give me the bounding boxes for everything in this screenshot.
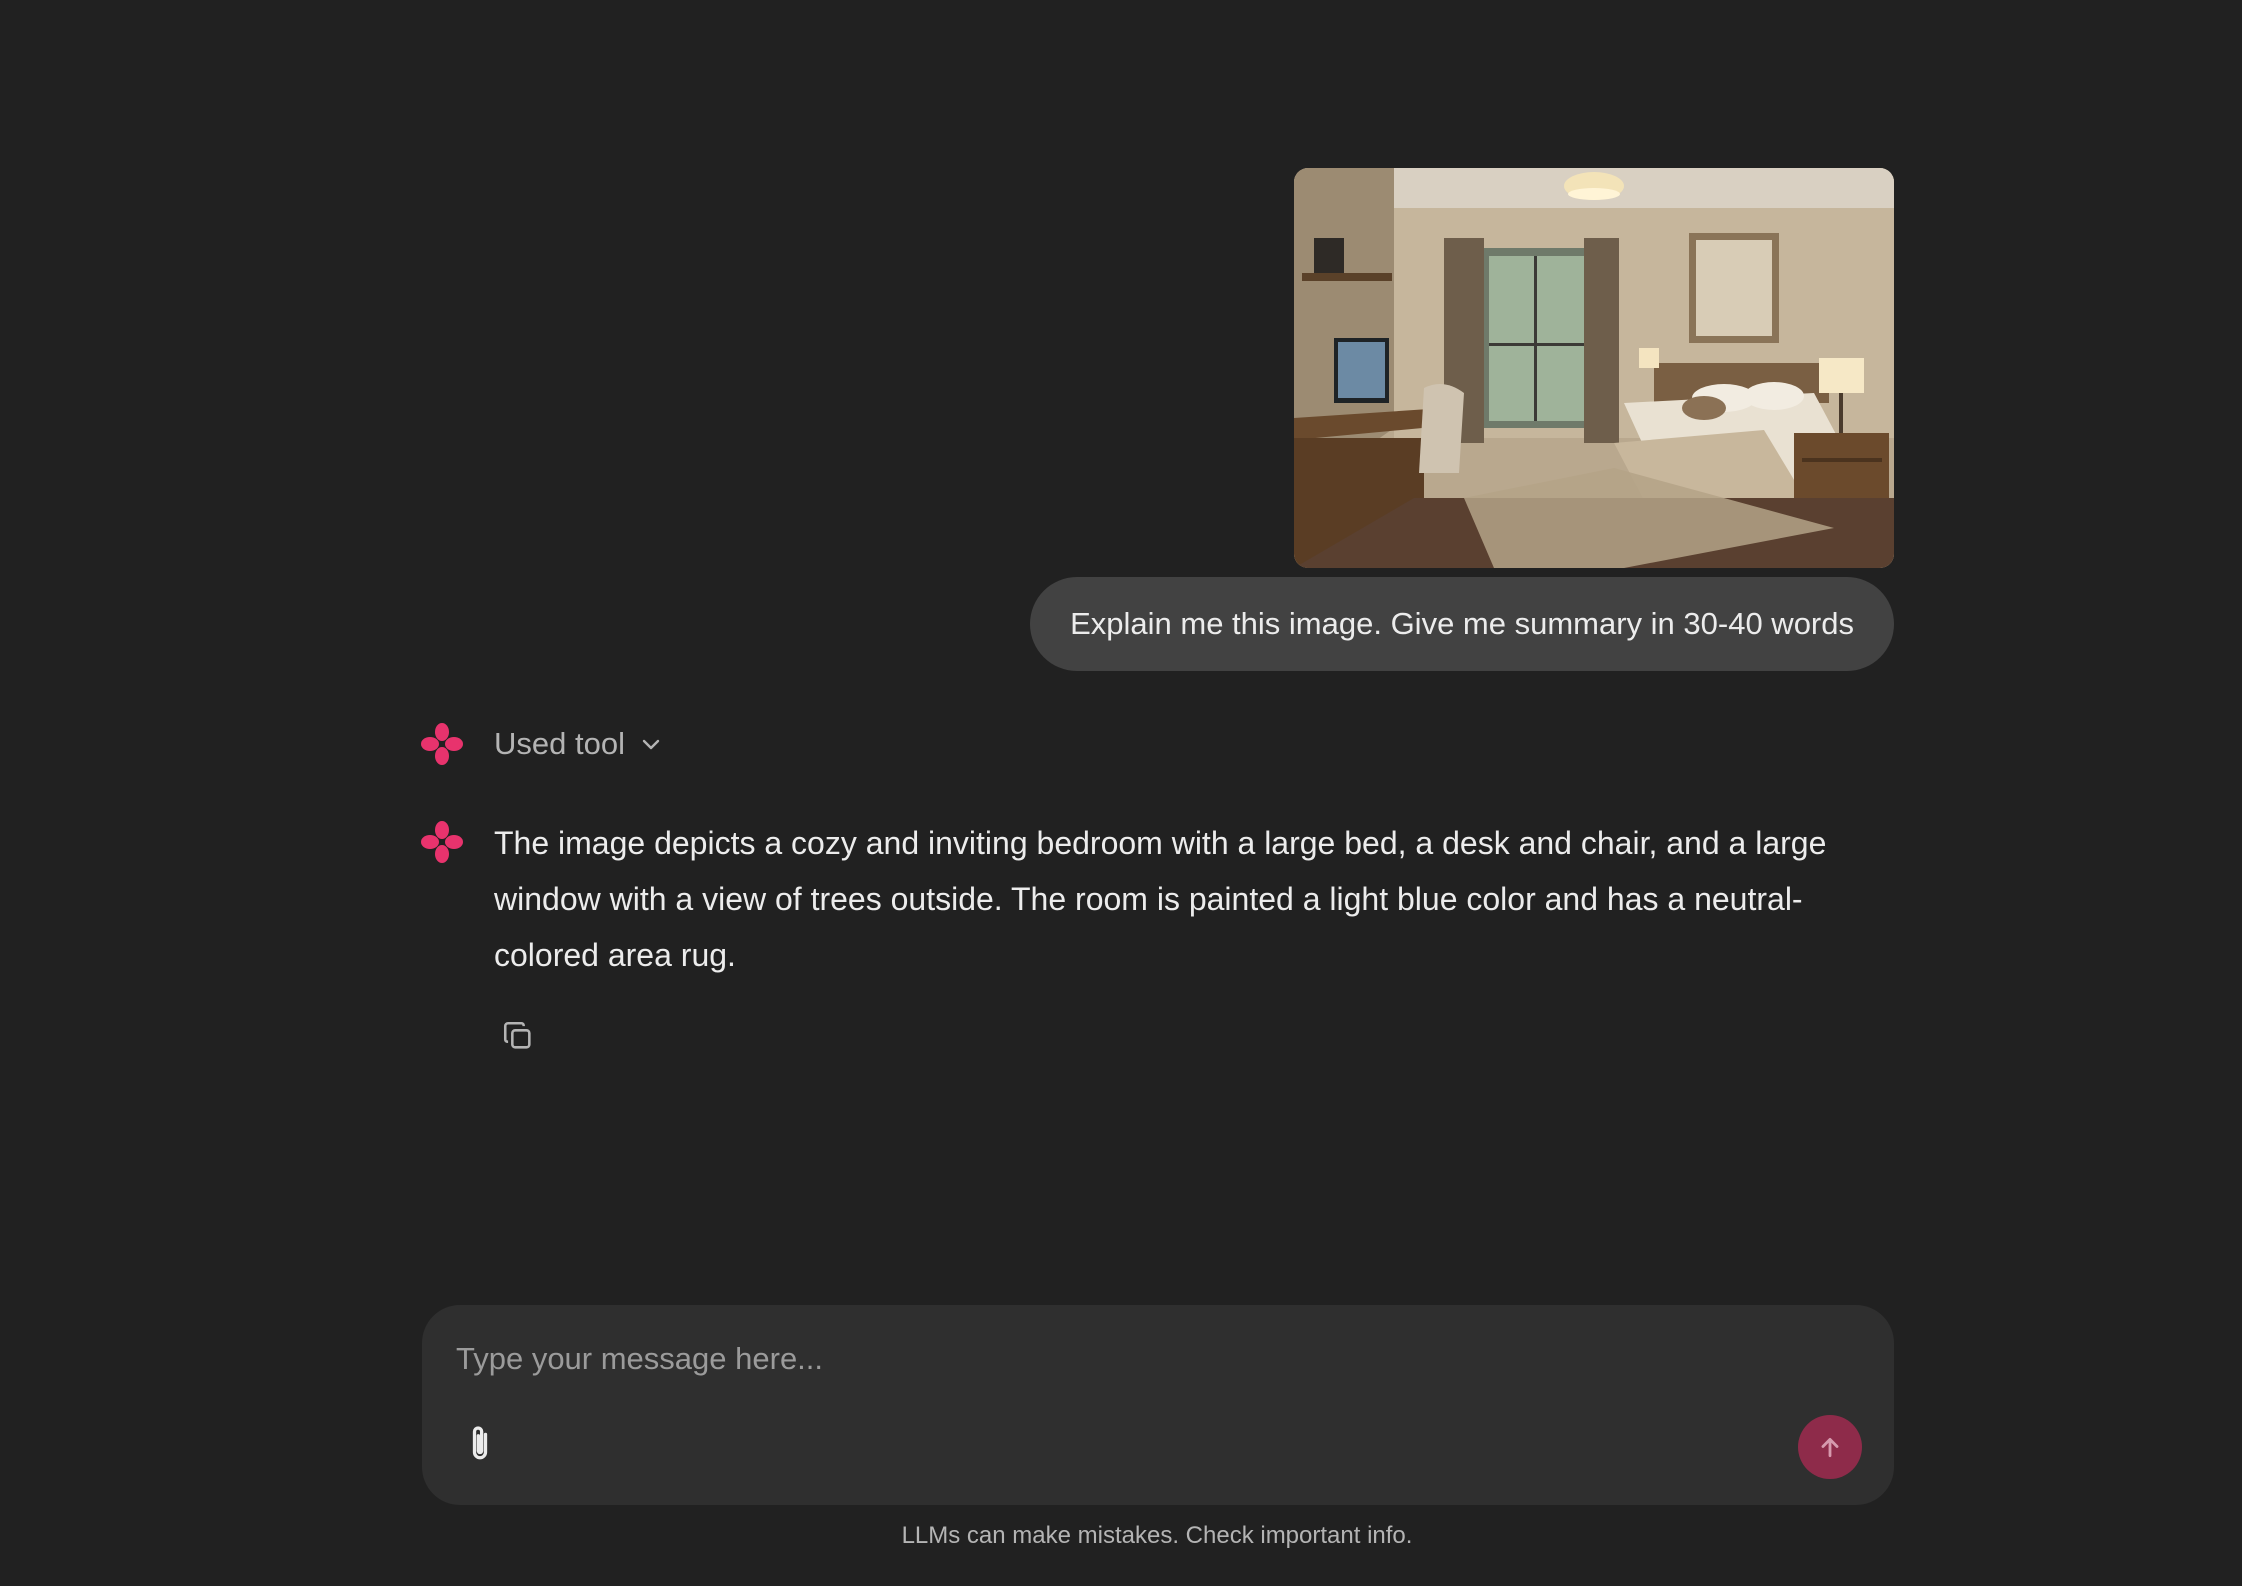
flower-logo-icon [421,723,463,765]
arrow-up-icon [1821,1438,1839,1458]
tool-usage-label: Used tool [494,726,625,761]
paperclip-icon [472,1426,488,1460]
assistant-message-text: The image depicts a cozy and inviting be… [494,825,1827,973]
attach-button[interactable] [458,1419,502,1469]
message-input[interactable] [454,1333,1838,1385]
uploaded-image[interactable] [1294,168,1894,568]
chevron-down-icon [642,739,660,750]
send-button[interactable] [1798,1415,1862,1479]
message-composer [422,1305,1894,1505]
copy-icon [503,1021,531,1049]
flower-logo-icon [421,821,463,863]
tool-usage-toggle[interactable]: Used tool [494,722,663,766]
user-message-text: Explain me this image. Give me summary i… [1070,606,1854,641]
chat-page: Explain me this image. Give me summary i… [0,0,2242,1586]
bedroom-photo [1294,168,1894,568]
user-message-bubble: Explain me this image. Give me summary i… [1030,577,1894,671]
disclaimer-text: LLMs can make mistakes. Check important … [901,1522,1413,1549]
copy-button[interactable] [498,1016,538,1056]
